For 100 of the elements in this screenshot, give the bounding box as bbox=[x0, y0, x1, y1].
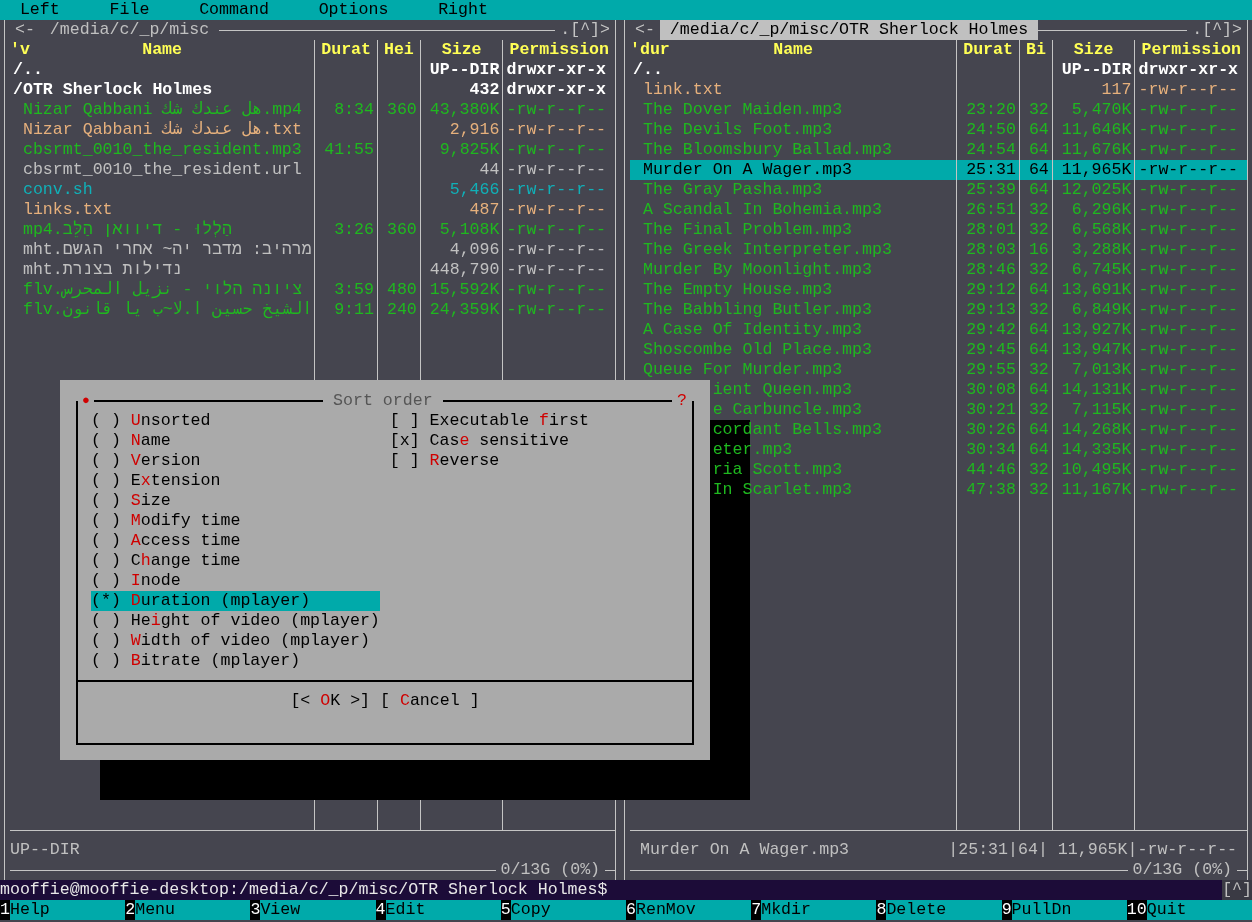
radio-option[interactable]: ( ) Height of video (mplayer) bbox=[91, 611, 380, 631]
file-name[interactable]: cbsrmt_0010_the_resident.url bbox=[13, 160, 302, 180]
file-name[interactable]: flv.ציונה הלוי - نزيل المحرس bbox=[13, 280, 303, 300]
file-cell: UP--DIR bbox=[429, 60, 500, 80]
file-name[interactable]: Murder By Moonlight.mp3 bbox=[633, 260, 872, 280]
function-key[interactable]: 2Menu bbox=[125, 900, 251, 920]
file-name[interactable]: A Case Of Identity.mp3 bbox=[633, 320, 863, 340]
panel-toggle-indicator[interactable]: [^] bbox=[1222, 880, 1252, 900]
file-cell: 64 bbox=[1028, 160, 1049, 180]
column-header[interactable]: Hei bbox=[378, 40, 420, 60]
file-name[interactable]: The Greek Interpreter.mp3 bbox=[633, 240, 892, 260]
column-header[interactable]: Durat bbox=[957, 40, 1019, 60]
function-key[interactable]: 7Mkdir bbox=[751, 900, 877, 920]
radio-option[interactable]: ( ) Change time bbox=[91, 551, 380, 571]
file-name[interactable]: A Scandal In Bohemia.mp3 bbox=[633, 200, 882, 220]
file-cell: 64 bbox=[1028, 320, 1049, 340]
file-cell: -rw-r--r-- bbox=[1138, 380, 1239, 400]
column-header[interactable]: Name bbox=[773, 40, 814, 60]
menu-item[interactable]: File bbox=[109, 0, 150, 20]
file-cell: 5,466 bbox=[449, 180, 500, 200]
column-header[interactable]: Size bbox=[420, 40, 503, 60]
file-name[interactable]: link.txt bbox=[633, 80, 723, 100]
file-name[interactable]: mht.מרהיב: מדבר יה~ אחרי הגשם bbox=[13, 240, 312, 260]
file-cell: 24:50 bbox=[966, 120, 1016, 140]
function-key[interactable]: 6RenMov bbox=[626, 900, 752, 920]
file-cell: 44:46 bbox=[966, 460, 1016, 480]
file-name[interactable]: The Dover Maiden.mp3 bbox=[633, 100, 843, 120]
checkbox-option[interactable]: [ ] Executable first bbox=[389, 411, 692, 431]
file-name[interactable]: mht.נדילות בצנרת bbox=[13, 260, 183, 280]
file-name[interactable]: conv.sh bbox=[13, 180, 93, 200]
menu-item[interactable]: Right bbox=[438, 0, 488, 20]
file-name[interactable]: flv.الشيخ حسين ا.لا~ب يا قانون bbox=[13, 300, 313, 320]
file-name[interactable]: Nizar Qabbani هل عندك شك.mp4 bbox=[13, 100, 303, 120]
menu-item[interactable]: Left bbox=[19, 0, 60, 20]
dialog-button[interactable]: [ Cancel ] bbox=[380, 691, 480, 711]
file-name[interactable]: mp4.הַלְלוּ - דיוואן הַלֵּב bbox=[13, 220, 233, 240]
sort-indicator[interactable]: 'dur bbox=[630, 40, 774, 60]
file-name[interactable]: The Bloomsbury Ballad.mp3 bbox=[633, 140, 892, 160]
file-name[interactable]: /.. bbox=[13, 60, 43, 80]
radio-option[interactable]: ( ) Name bbox=[91, 431, 380, 451]
function-key[interactable]: 10Quit bbox=[1126, 900, 1252, 920]
file-cell: -rw-r--r-- bbox=[506, 300, 607, 320]
column-header[interactable]: Bi bbox=[1019, 40, 1052, 60]
column-header[interactable]: Name bbox=[142, 40, 183, 60]
file-name[interactable]: The Babbling Butler.mp3 bbox=[633, 300, 872, 320]
file-cell: -rw-r--r-- bbox=[1138, 200, 1239, 220]
file-name[interactable]: /.. bbox=[633, 60, 663, 80]
file-cell: -rw-r--r-- bbox=[1138, 340, 1239, 360]
file-name[interactable]: /OTR Sherlock Holmes bbox=[13, 80, 213, 100]
file-cell: 14,335K bbox=[1061, 440, 1132, 460]
file-name[interactable]: Shoscombe Old Place.mp3 bbox=[633, 340, 872, 360]
radio-option[interactable]: ( ) Unsorted bbox=[91, 411, 380, 431]
file-name[interactable]: links.txt bbox=[13, 200, 113, 220]
file-cell: 25:31 bbox=[966, 160, 1016, 180]
column-header[interactable]: Size bbox=[1052, 40, 1135, 60]
column-header[interactable]: Durat bbox=[315, 40, 377, 60]
radio-option[interactable]: ( ) Inode bbox=[91, 571, 380, 591]
radio-option[interactable]: (*) Duration (mplayer) bbox=[91, 591, 380, 611]
column-header[interactable]: Permission bbox=[503, 40, 615, 60]
radio-option[interactable]: ( ) Bitrate (mplayer) bbox=[91, 651, 380, 671]
file-cell: 2,916 bbox=[449, 120, 500, 140]
dialog-button[interactable]: [< OK >] bbox=[290, 691, 371, 711]
function-key[interactable]: 9PullDn bbox=[1001, 900, 1127, 920]
file-name[interactable]: The Final Problem.mp3 bbox=[633, 220, 853, 240]
checkbox-option[interactable]: [x] Case sensitive bbox=[389, 431, 692, 451]
menu-item[interactable]: Options bbox=[318, 0, 389, 20]
file-name[interactable]: Nizar Qabbani هل عندك شك.txt bbox=[13, 120, 303, 140]
radio-option[interactable]: ( ) Extension bbox=[91, 471, 380, 491]
file-name[interactable]: The Gray Pasha.mp3 bbox=[633, 180, 823, 200]
dialog-title: Sort order bbox=[332, 391, 434, 411]
function-key[interactable]: 5Copy bbox=[500, 900, 626, 920]
function-key[interactable]: 8Delete bbox=[876, 900, 1002, 920]
radio-option[interactable]: ( ) Width of video (mplayer) bbox=[91, 631, 380, 651]
file-cell: 360 bbox=[386, 220, 417, 240]
column-header[interactable]: Permission bbox=[1135, 40, 1247, 60]
sort-indicator[interactable]: 'v bbox=[10, 40, 143, 60]
radio-option[interactable]: ( ) Size bbox=[91, 491, 380, 511]
free-space-text: 0/13G (0%) bbox=[1131, 860, 1234, 880]
file-name[interactable]: The Devils Foot.mp3 bbox=[633, 120, 833, 140]
file-cell: drwxr-xr-x bbox=[506, 80, 607, 100]
file-name[interactable]: cbsrmt_0010_the_resident.mp3 bbox=[13, 140, 302, 160]
radio-option[interactable]: ( ) Modify time bbox=[91, 511, 380, 531]
checkbox-option[interactable]: [ ] Reverse bbox=[389, 451, 692, 471]
file-cell: -rw-r--r-- bbox=[506, 280, 607, 300]
file-cell: -rw-r--r-- bbox=[1138, 300, 1239, 320]
file-cell: -rw-r--r-- bbox=[1138, 180, 1239, 200]
file-name[interactable]: Queue For Murder.mp3 bbox=[633, 360, 843, 380]
file-cell: -rw-r--r-- bbox=[506, 180, 607, 200]
menu-item[interactable]: Command bbox=[199, 0, 269, 20]
history-left-button[interactable]: <- bbox=[630, 20, 660, 40]
history-controls[interactable]: .[^]> bbox=[555, 20, 615, 40]
file-name[interactable]: The Empty House.mp3 bbox=[633, 280, 833, 300]
radio-option[interactable]: ( ) Version bbox=[91, 451, 380, 471]
function-key[interactable]: 4Edit bbox=[375, 900, 501, 920]
file-cell: 16 bbox=[1028, 240, 1049, 260]
history-controls[interactable]: .[^]> bbox=[1187, 20, 1247, 40]
radio-option[interactable]: ( ) Access time bbox=[91, 531, 380, 551]
file-cell: 30:21 bbox=[966, 400, 1016, 420]
file-cell: -rw-r--r-- bbox=[1138, 280, 1239, 300]
history-left-button[interactable]: <- bbox=[10, 20, 40, 40]
